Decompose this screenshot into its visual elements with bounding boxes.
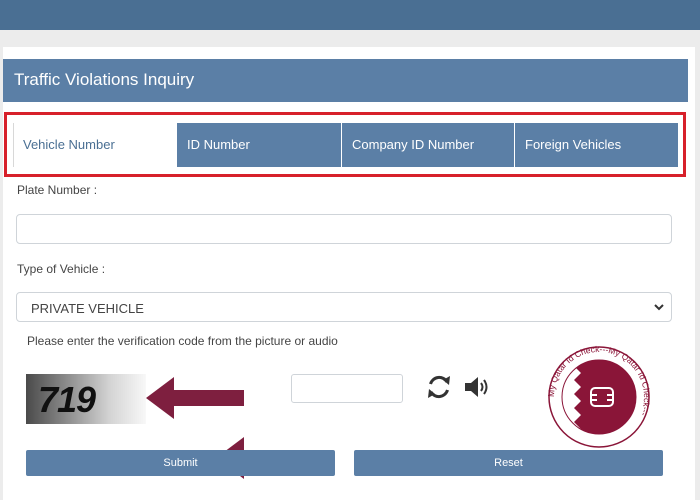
tab-id-number[interactable]: ID Number <box>176 123 341 167</box>
speaker-icon[interactable] <box>463 374 491 400</box>
qatar-flag-icon: My Qatar Id Check---My Qatar Id Check--- <box>547 345 651 448</box>
submit-button[interactable]: Submit <box>26 450 335 476</box>
verification-prompt: Please enter the verification code from … <box>27 334 338 348</box>
chevron-down-icon <box>654 304 664 311</box>
vehicle-type-label: Type of Vehicle : <box>17 262 106 276</box>
reset-button[interactable]: Reset <box>354 450 663 476</box>
panel-header: Traffic Violations Inquiry <box>3 59 688 102</box>
verification-code-input[interactable] <box>291 374 403 403</box>
panel-title: Traffic Violations Inquiry <box>14 70 195 89</box>
vehicle-type-value: PRIVATE VEHICLE <box>31 301 144 316</box>
top-banner <box>0 0 700 30</box>
arrow-left-icon <box>146 377 244 419</box>
tab-foreign-vehicles[interactable]: Foreign Vehicles <box>514 123 678 167</box>
refresh-icon[interactable] <box>425 373 453 401</box>
captcha-image: 719 <box>26 374 146 424</box>
vehicle-type-select[interactable]: PRIVATE VEHICLE <box>16 292 672 322</box>
tab-vehicle-number[interactable]: Vehicle Number <box>13 123 176 167</box>
tab-company-id-number[interactable]: Company ID Number <box>341 123 514 167</box>
plate-number-input[interactable] <box>16 214 672 244</box>
plate-number-label: Plate Number : <box>17 183 98 197</box>
captcha-text: 719 <box>38 379 96 420</box>
